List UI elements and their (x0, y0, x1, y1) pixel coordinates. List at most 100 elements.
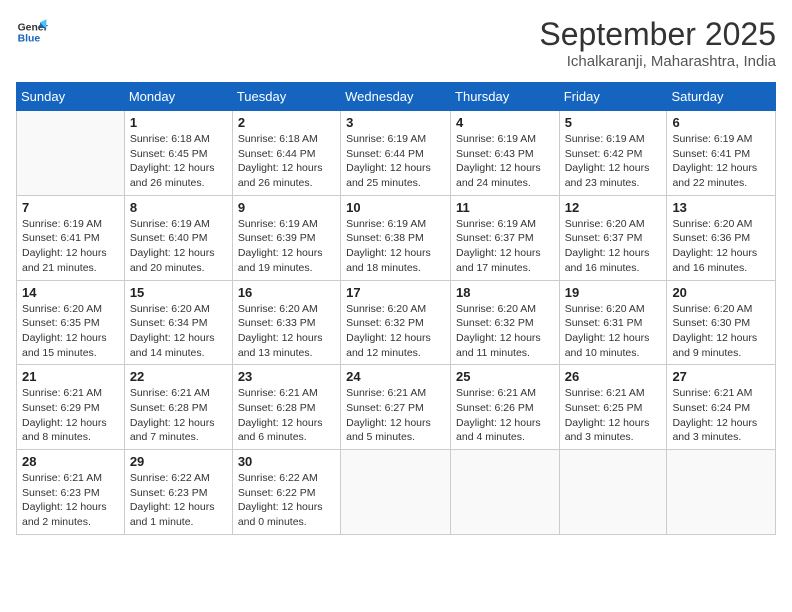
day-number: 26 (565, 369, 662, 384)
day-info: Sunrise: 6:19 AMSunset: 6:42 PMDaylight:… (565, 132, 662, 191)
day-number: 23 (238, 369, 335, 384)
day-number: 9 (238, 200, 335, 215)
sunrise-time: Sunrise: 6:21 AM (456, 386, 554, 401)
day-info: Sunrise: 6:18 AMSunset: 6:45 PMDaylight:… (130, 132, 227, 191)
day-info: Sunrise: 6:20 AMSunset: 6:37 PMDaylight:… (565, 217, 662, 276)
calendar-cell: 3Sunrise: 6:19 AMSunset: 6:44 PMDaylight… (341, 111, 451, 196)
sunrise-time: Sunrise: 6:22 AM (238, 471, 335, 486)
sunset-time: Sunset: 6:44 PM (346, 147, 445, 162)
weekday-header-saturday: Saturday (667, 83, 776, 111)
calendar-cell: 14Sunrise: 6:20 AMSunset: 6:35 PMDayligh… (17, 280, 125, 365)
sunrise-time: Sunrise: 6:18 AM (238, 132, 335, 147)
daylight-hours: Daylight: 12 hours and 4 minutes. (456, 416, 554, 445)
title-block: September 2025 Ichalkaranji, Maharashtra… (539, 16, 776, 70)
sunset-time: Sunset: 6:42 PM (565, 147, 662, 162)
sunrise-time: Sunrise: 6:20 AM (22, 302, 119, 317)
sunset-time: Sunset: 6:28 PM (238, 401, 335, 416)
logo: General Blue (16, 16, 48, 48)
daylight-hours: Daylight: 12 hours and 21 minutes. (22, 246, 119, 275)
day-number: 24 (346, 369, 445, 384)
sunset-time: Sunset: 6:33 PM (238, 316, 335, 331)
location-subtitle: Ichalkaranji, Maharashtra, India (539, 53, 776, 70)
sunset-time: Sunset: 6:41 PM (22, 231, 119, 246)
daylight-hours: Daylight: 12 hours and 24 minutes. (456, 161, 554, 190)
weekday-header-monday: Monday (124, 83, 232, 111)
daylight-hours: Daylight: 12 hours and 6 minutes. (238, 416, 335, 445)
day-number: 16 (238, 285, 335, 300)
daylight-hours: Daylight: 12 hours and 2 minutes. (22, 500, 119, 529)
day-info: Sunrise: 6:20 AMSunset: 6:34 PMDaylight:… (130, 302, 227, 361)
calendar-cell: 15 Sunrise: 6:20 AMSunset: 6:34 PMDayligh… (124, 280, 232, 365)
weekday-header-wednesday: Wednesday (341, 83, 451, 111)
daylight-hours: Daylight: 12 hours and 8 minutes. (22, 416, 119, 445)
day-info: Sunrise: 6:21 AMSunset: 6:26 PMDaylight:… (456, 386, 554, 445)
daylight-hours: Daylight: 12 hours and 13 minutes. (238, 331, 335, 360)
daylight-hours: Daylight: 12 hours and 20 minutes. (130, 246, 227, 275)
day-number: 28 (22, 454, 119, 469)
sunrise-time: Sunrise: 6:21 AM (22, 471, 119, 486)
week-row-4: 21Sunrise: 6:21 AMSunset: 6:29 PMDayligh… (17, 365, 776, 450)
calendar-cell: 9Sunrise: 6:19 AMSunset: 6:39 PMDaylight… (232, 195, 340, 280)
day-info: Sunrise: 6:20 AMSunset: 6:30 PMDaylight:… (672, 302, 770, 361)
day-number: 30 (238, 454, 335, 469)
day-info: Sunrise: 6:20 AMSunset: 6:31 PMDaylight:… (565, 302, 662, 361)
daylight-hours: Daylight: 12 hours and 26 minutes. (238, 161, 335, 190)
week-row-3: 14Sunrise: 6:20 AMSunset: 6:35 PMDayligh… (17, 280, 776, 365)
day-info: Sunrise: 6:19 AMSunset: 6:40 PMDaylight:… (130, 217, 227, 276)
weekday-header-friday: Friday (559, 83, 667, 111)
day-info: Sunrise: 6:20 AMSunset: 6:33 PMDaylight:… (238, 302, 335, 361)
day-info: Sunrise: 6:19 AMSunset: 6:38 PMDaylight:… (346, 217, 445, 276)
sunrise-time: Sunrise: 6:20 AM (565, 217, 662, 232)
calendar-cell: 12 Sunrise: 6:20 AMSunset: 6:37 PMDayligh… (559, 195, 667, 280)
sunrise-time: Sunrise: 6:21 AM (672, 386, 770, 401)
calendar-cell: 23 Sunrise: 6:21 AMSunset: 6:28 PMDayligh… (232, 365, 340, 450)
daylight-hours: Daylight: 12 hours and 3 minutes. (672, 416, 770, 445)
sunset-time: Sunset: 6:44 PM (238, 147, 335, 162)
day-info: Sunrise: 6:21 AMSunset: 6:23 PMDaylight:… (22, 471, 119, 530)
sunrise-time: Sunrise: 6:21 AM (22, 386, 119, 401)
day-info: Sunrise: 6:18 AMSunset: 6:44 PMDaylight:… (238, 132, 335, 191)
day-number: 11 (456, 200, 554, 215)
calendar-cell: 7Sunrise: 6:19 AMSunset: 6:41 PMDaylight… (17, 195, 125, 280)
day-info: Sunrise: 6:21 AMSunset: 6:28 PMDaylight:… (238, 386, 335, 445)
daylight-hours: Daylight: 12 hours and 0 minutes. (238, 500, 335, 529)
calendar-cell: 13Sunrise: 6:20 AMSunset: 6:36 PMDayligh… (667, 195, 776, 280)
day-number: 12 (565, 200, 662, 215)
sunrise-time: Sunrise: 6:19 AM (672, 132, 770, 147)
sunset-time: Sunset: 6:35 PM (22, 316, 119, 331)
sunset-time: Sunset: 6:29 PM (22, 401, 119, 416)
sunrise-time: Sunrise: 6:19 AM (238, 217, 335, 232)
sunrise-time: Sunrise: 6:19 AM (346, 217, 445, 232)
daylight-hours: Daylight: 12 hours and 5 minutes. (346, 416, 445, 445)
calendar-cell: 4Sunrise: 6:19 AMSunset: 6:43 PMDaylight… (451, 111, 560, 196)
day-number: 15 (130, 285, 227, 300)
daylight-hours: Daylight: 12 hours and 7 minutes. (130, 416, 227, 445)
sunrise-time: Sunrise: 6:19 AM (130, 217, 227, 232)
weekday-header-sunday: Sunday (17, 83, 125, 111)
sunrise-time: Sunrise: 6:22 AM (130, 471, 227, 486)
day-number: 20 (672, 285, 770, 300)
calendar-cell: 16 Sunrise: 6:20 AMSunset: 6:33 PMDayligh… (232, 280, 340, 365)
week-row-1: 1Sunrise: 6:18 AMSunset: 6:45 PMDaylight… (17, 111, 776, 196)
weekday-header-tuesday: Tuesday (232, 83, 340, 111)
calendar-cell: 24Sunrise: 6:21 AMSunset: 6:27 PMDayligh… (341, 365, 451, 450)
sunset-time: Sunset: 6:32 PM (456, 316, 554, 331)
day-number: 18 (456, 285, 554, 300)
calendar-cell: 29Sunrise: 6:22 AMSunset: 6:23 PMDayligh… (124, 450, 232, 535)
sunset-time: Sunset: 6:27 PM (346, 401, 445, 416)
sunrise-time: Sunrise: 6:19 AM (22, 217, 119, 232)
day-number: 3 (346, 115, 445, 130)
month-title: September 2025 (539, 16, 776, 53)
sunset-time: Sunset: 6:28 PM (130, 401, 227, 416)
calendar-cell: 27Sunrise: 6:21 AMSunset: 6:24 PMDayligh… (667, 365, 776, 450)
sunrise-time: Sunrise: 6:21 AM (565, 386, 662, 401)
day-info: Sunrise: 6:19 AMSunset: 6:43 PMDaylight:… (456, 132, 554, 191)
daylight-hours: Daylight: 12 hours and 16 minutes. (565, 246, 662, 275)
calendar-cell (667, 450, 776, 535)
calendar-cell (559, 450, 667, 535)
sunset-time: Sunset: 6:30 PM (672, 316, 770, 331)
calendar-cell (17, 111, 125, 196)
sunset-time: Sunset: 6:23 PM (130, 486, 227, 501)
day-info: Sunrise: 6:21 AMSunset: 6:25 PMDaylight:… (565, 386, 662, 445)
daylight-hours: Daylight: 12 hours and 1 minute. (130, 500, 227, 529)
